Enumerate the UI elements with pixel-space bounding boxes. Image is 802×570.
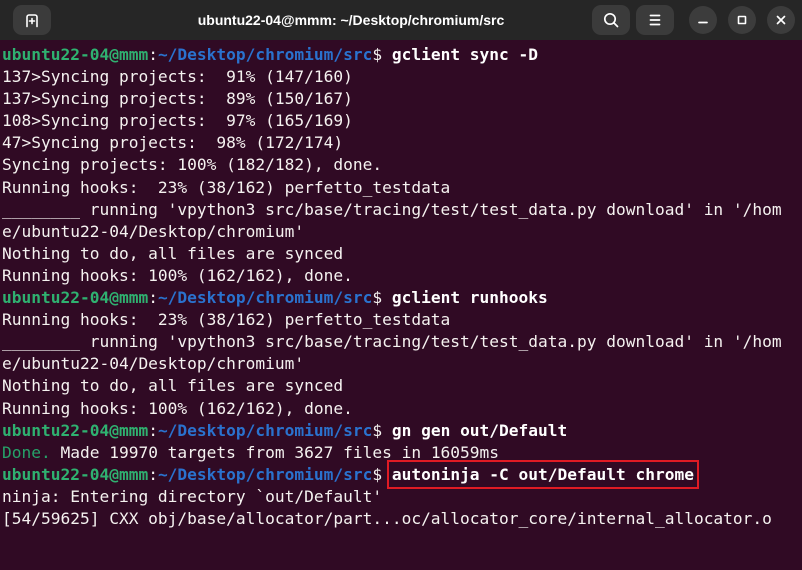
output-text: Syncing projects: 100% (182/182), done. [2, 155, 383, 175]
output-text: ________ running 'vpython3 src/base/trac… [2, 199, 782, 219]
terminal-line: ubuntu22-04@mmm:~/Desktop/chromium/src$ … [2, 287, 800, 309]
window-title: ubuntu22-04@mmm: ~/Desktop/chromium/src [197, 12, 505, 28]
output-text: 47>Syncing projects: 98% (172/174) [2, 133, 344, 153]
menu-button[interactable] [636, 5, 674, 35]
output-text: Made 19970 targets from 3627 files in 16… [50, 442, 500, 462]
output-text: Running hooks: 100% (162/162), done. [2, 398, 353, 418]
minimize-icon [695, 12, 711, 28]
minimize-button[interactable] [689, 6, 717, 34]
command-text: gclient sync -D [391, 45, 539, 64]
terminal-line: ninja: Entering directory `out/Default' [2, 486, 800, 508]
prompt-symbol: : [148, 45, 158, 64]
terminal-line: Running hooks: 100% (162/162), done. [2, 265, 800, 287]
output-text: e/ubuntu22-04/Desktop/chromium' [2, 221, 305, 241]
maximize-button[interactable] [728, 6, 756, 34]
terminal-line: e/ubuntu22-04/Desktop/chromium' [2, 221, 800, 243]
terminal-line: Syncing projects: 100% (182/182), done. [2, 154, 800, 176]
output-text: 137>Syncing projects: 91% (147/160) [2, 67, 353, 87]
terminal-line: [54/59625] CXX obj/base/allocator/part..… [2, 508, 800, 530]
search-button[interactable] [592, 5, 630, 35]
maximize-icon [734, 12, 750, 28]
terminal-line: 137>Syncing projects: 91% (147/160) [2, 66, 800, 88]
terminal-line: 137>Syncing projects: 89% (150/167) [2, 88, 800, 110]
terminal-line: e/ubuntu22-04/Desktop/chromium' [2, 353, 800, 375]
prompt-symbol: $ [372, 464, 392, 484]
hamburger-menu-icon [644, 9, 666, 31]
terminal-line: ubuntu22-04@mmm:~/Desktop/chromium/src$ … [2, 459, 800, 489]
new-tab-icon [21, 9, 43, 31]
terminal-line: ubuntu22-04@mmm:~/Desktop/chromium/src$ … [2, 420, 800, 442]
terminal-line: Running hooks: 23% (38/162) perfetto_tes… [2, 309, 800, 331]
terminal-line: 108>Syncing projects: 97% (165/169) [2, 110, 800, 132]
close-icon [773, 12, 789, 28]
terminal-line: ubuntu22-04@mmm:~/Desktop/chromium/src$ … [2, 44, 800, 66]
highlighted-command: autoninja -C out/Default chrome [386, 459, 699, 489]
terminal-line: Done. Made 19970 targets from 3627 files… [2, 442, 800, 464]
terminal-line: ________ running 'vpython3 src/base/trac… [2, 199, 800, 221]
done-status-text: Done. [2, 442, 51, 462]
output-text: ________ running 'vpython3 src/base/trac… [2, 332, 782, 352]
prompt-user-host: ubuntu22-04@mmm [2, 45, 149, 64]
prompt-path: ~/Desktop/chromium/src [157, 464, 373, 484]
command-text: gn gen out/Default [391, 420, 568, 440]
prompt-path: ~/Desktop/chromium/src [157, 288, 373, 308]
output-text: [54/59625] CXX obj/base/allocator/part..… [2, 508, 772, 528]
prompt-path: ~/Desktop/chromium/src [157, 420, 373, 440]
prompt-user-host: ubuntu22-04@mmm [2, 420, 149, 440]
prompt-symbol: $ [372, 288, 392, 308]
terminal-line: Running hooks: 100% (162/162), done. [2, 398, 800, 420]
terminal-output[interactable]: ubuntu22-04@mmm:~/Desktop/chromium/src$ … [0, 40, 802, 530]
prompt-user-host: ubuntu22-04@mmm [2, 288, 149, 308]
output-text: e/ubuntu22-04/Desktop/chromium' [2, 354, 305, 374]
prompt-symbol: $ [372, 45, 392, 64]
output-text: ninja: Entering directory `out/Default' [2, 486, 383, 506]
terminal-line: Running hooks: 23% (38/162) perfetto_tes… [2, 177, 800, 199]
prompt-path: ~/Desktop/chromium/src [157, 45, 373, 64]
prompt-symbol: $ [372, 420, 392, 440]
search-icon [600, 9, 622, 31]
terminal-line: 47>Syncing projects: 98% (172/174) [2, 132, 800, 154]
output-text: Nothing to do, all files are synced [2, 376, 344, 396]
command-text: gclient runhooks [391, 288, 548, 308]
output-text: Nothing to do, all files are synced [2, 243, 344, 263]
prompt-symbol: : [148, 464, 158, 484]
terminal-line: Nothing to do, all files are synced [2, 243, 800, 265]
prompt-symbol: : [148, 288, 158, 308]
output-text: Running hooks: 23% (38/162) perfetto_tes… [2, 310, 451, 330]
output-text: 137>Syncing projects: 89% (150/167) [2, 89, 353, 109]
terminal-line: ________ running 'vpython3 src/base/trac… [2, 331, 800, 353]
prompt-user-host: ubuntu22-04@mmm [2, 464, 149, 484]
title-bar: ubuntu22-04@mmm: ~/Desktop/chromium/src [0, 0, 802, 40]
output-text: Running hooks: 23% (38/162) perfetto_tes… [2, 177, 451, 197]
header-controls [592, 5, 802, 35]
terminal-line: Nothing to do, all files are synced [2, 375, 800, 397]
prompt-symbol: : [148, 420, 158, 440]
output-text: 108>Syncing projects: 97% (165/169) [2, 111, 353, 131]
close-button[interactable] [767, 6, 795, 34]
new-tab-button[interactable] [13, 5, 51, 35]
output-text: Running hooks: 100% (162/162), done. [2, 265, 353, 285]
